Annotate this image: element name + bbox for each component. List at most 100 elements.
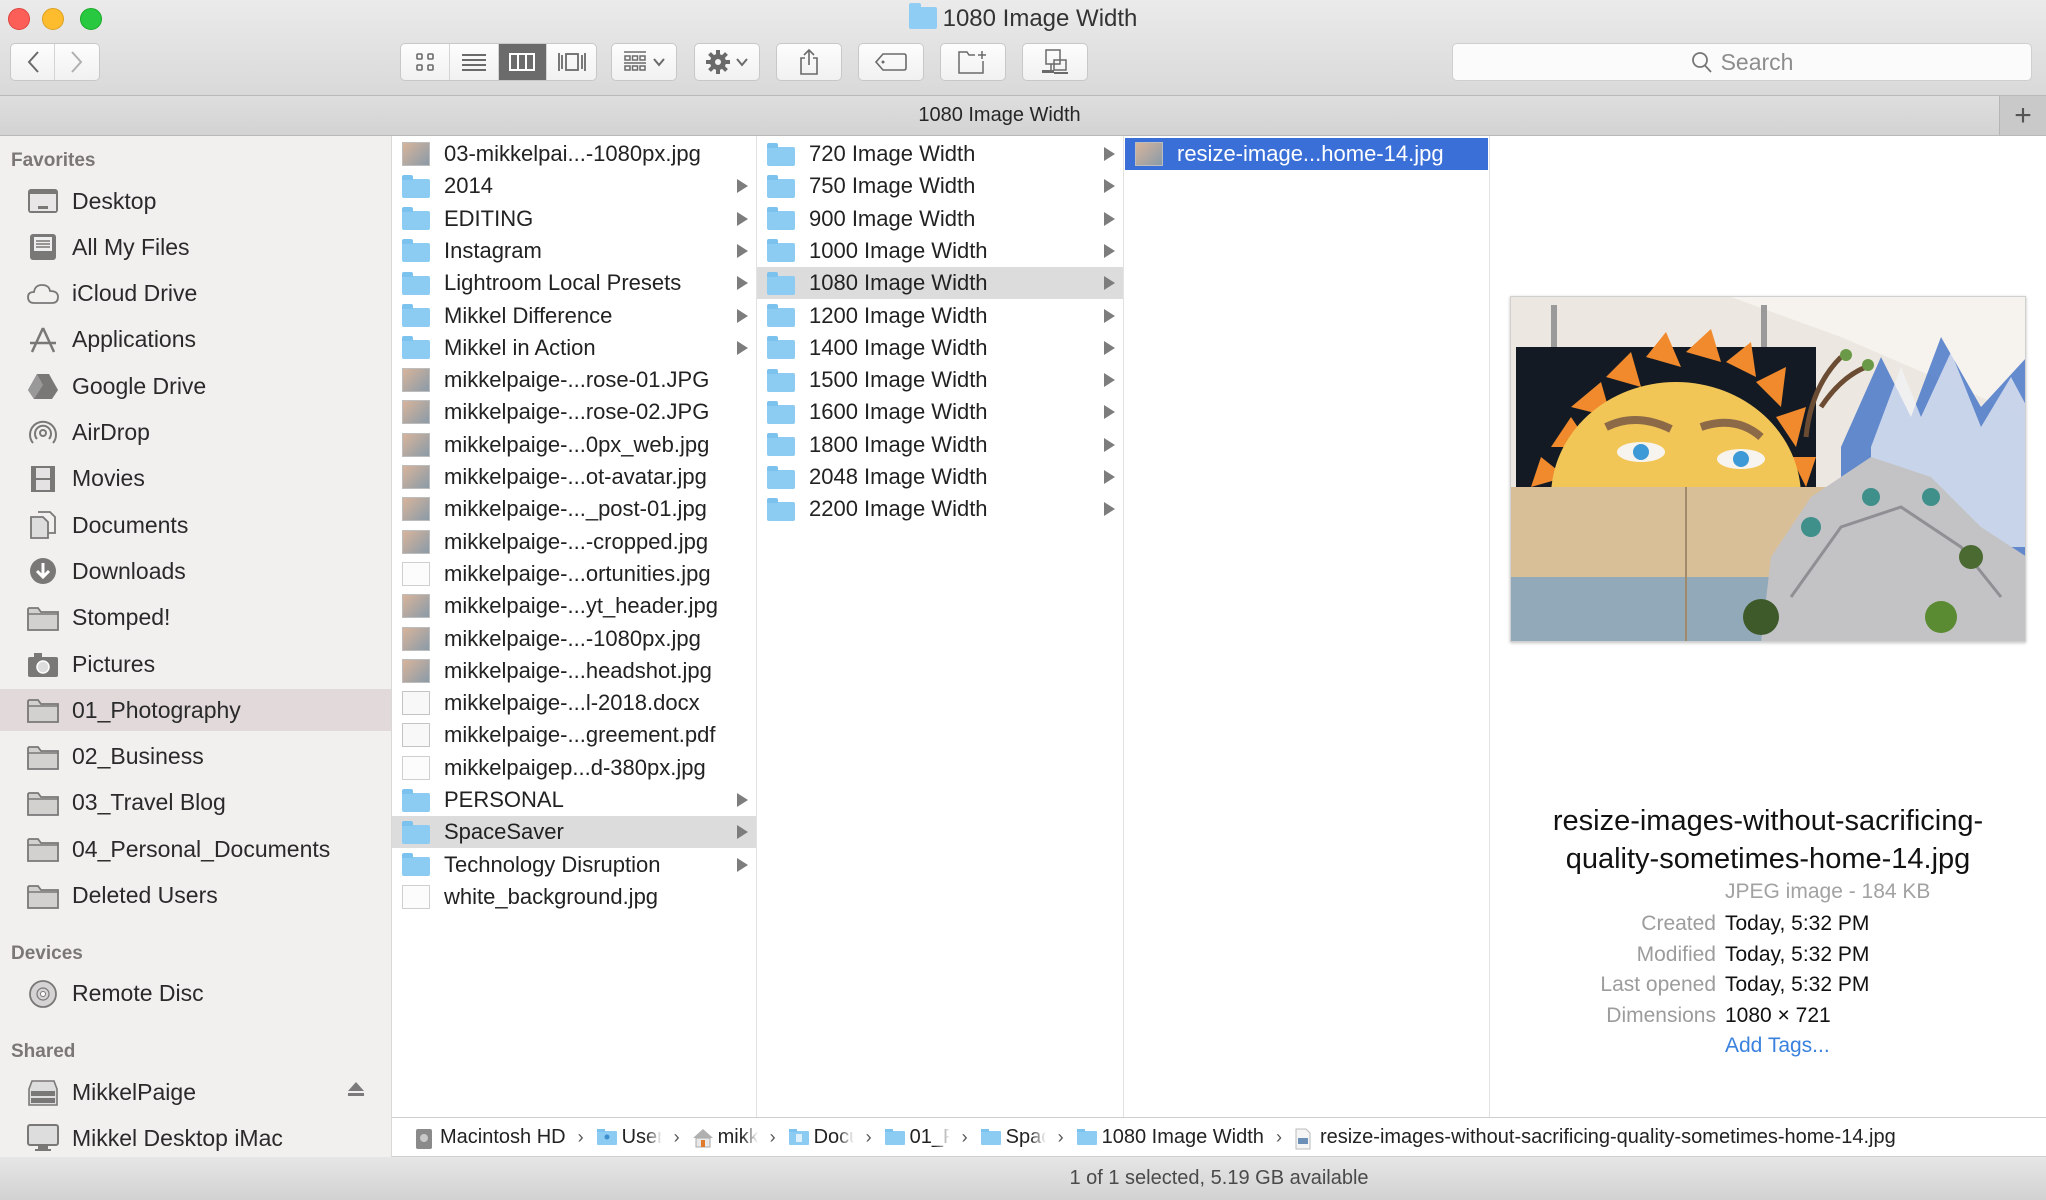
sidebar-item-pictures[interactable]: Pictures — [0, 643, 391, 685]
path-crumb-1080-image-width[interactable]: 1080 Image Width — [1076, 1126, 1264, 1149]
new-folder-button[interactable] — [940, 43, 1006, 81]
tab-1080-image-width[interactable]: 1080 Image Width — [0, 96, 2000, 135]
meta-value: Today, 5:32 PM — [1725, 942, 1870, 966]
folder-row[interactable]: Technology Disruption — [392, 849, 756, 881]
folder-row[interactable]: 2014 — [392, 170, 756, 202]
folder-row[interactable]: 1500 Image Width — [757, 364, 1123, 396]
sidebar-item-movies[interactable]: Movies — [0, 458, 391, 500]
preview-pane: resize-images-without-sacrificing- quali… — [1490, 136, 2046, 1117]
sidebar: Favorites Desktop All My Files iCloud Drive… — [0, 136, 392, 1157]
grid-icon — [416, 53, 434, 71]
file-row[interactable]: mikkelpaige-...yt_header.jpg — [392, 590, 756, 622]
folder-icon — [767, 142, 795, 166]
sidebar-item-02-business[interactable]: 02_Business — [0, 736, 391, 778]
file-row[interactable]: mikkelpaige-...0px_web.jpg — [392, 429, 756, 461]
path-crumb-users[interactable]: Users — [596, 1126, 662, 1149]
folder-row[interactable]: Mikkel Difference — [392, 300, 756, 332]
folder-row[interactable]: 900 Image Width — [757, 203, 1123, 235]
folder-row[interactable]: 2200 Image Width — [757, 493, 1123, 525]
browser-column-1[interactable]: 03-mikkelpai...-1080px.jpg 2014 EDITING Ins… — [392, 136, 757, 1117]
file-row[interactable]: mikkelpaige-...-cropped.jpg — [392, 526, 756, 558]
path-crumb-macintosh-hd[interactable]: Macintosh HD — [414, 1126, 566, 1149]
folder-row[interactable]: 1000 Image Width — [757, 235, 1123, 267]
sidebar-item-icloud-drive[interactable]: iCloud Drive — [0, 273, 391, 315]
folder-row[interactable]: PERSONAL — [392, 784, 756, 816]
file-row[interactable]: mikkelpaigep...d-380px.jpg — [392, 752, 756, 784]
file-row[interactable]: mikkelpaige-..._post-01.jpg — [392, 493, 756, 525]
add-tags-link[interactable]: Add Tags... — [1725, 1034, 1830, 1058]
file-row[interactable]: mikkelpaige-...headshot.jpg — [392, 655, 756, 687]
search-input[interactable]: Search — [1452, 43, 2032, 81]
action-menu-button[interactable] — [694, 43, 760, 81]
list-view-button[interactable] — [450, 44, 499, 80]
meta-value: Today, 5:32 PM — [1725, 973, 1870, 996]
file-row[interactable]: resize-image...home-14.jpg — [1125, 138, 1488, 170]
sidebar-item-03-travel-blog[interactable]: 03_Travel Blog — [0, 782, 391, 824]
home-icon — [692, 1128, 713, 1148]
sidebar-item-deleted-users[interactable]: Deleted Users — [0, 875, 391, 917]
file-row[interactable]: 03-mikkelpai...-1080px.jpg — [392, 138, 756, 170]
file-row[interactable]: mikkelpaige-...rose-01.JPG — [392, 364, 756, 396]
path-crumb-documents[interactable]: Documents — [788, 1126, 854, 1149]
sidebar-heading-shared[interactable]: Shared — [11, 1041, 75, 1063]
folder-row[interactable]: 1080 Image Width — [757, 267, 1123, 300]
folder-row[interactable]: 720 Image Width — [757, 138, 1123, 170]
item-label: Instagram — [444, 237, 542, 263]
path-separator-icon: › — [961, 1126, 968, 1147]
sidebar-item-label: Remote Disc — [72, 980, 204, 1007]
sidebar-heading-devices[interactable]: Devices — [11, 943, 83, 965]
folder-row[interactable]: 1200 Image Width — [757, 300, 1123, 332]
eject-icon[interactable] — [347, 1081, 365, 1102]
sidebar-item-04-personal-documents[interactable]: 04_Personal_Documents — [0, 828, 391, 870]
group-by-button[interactable] — [611, 43, 677, 81]
sidebar-item-google-drive[interactable]: Google Drive — [0, 365, 391, 407]
document-file-icon — [402, 691, 430, 716]
sidebar-item-mikkel-desktop-imac[interactable]: Mikkel Desktop iMac — [0, 1117, 391, 1157]
sidebar-item-applications[interactable]: Applications — [0, 319, 391, 361]
share-button[interactable] — [776, 43, 842, 81]
path-crumb-01-photography[interactable]: 01_Photography — [884, 1126, 950, 1149]
sidebar-item-01-photography[interactable]: 01_Photography — [0, 689, 391, 732]
edit-tags-button[interactable] — [858, 43, 924, 81]
browser-column-3[interactable]: resize-image...home-14.jpg — [1124, 136, 1490, 1117]
sidebar-item-downloads[interactable]: Downloads — [0, 550, 391, 592]
folder-row[interactable]: Lightroom Local Presets — [392, 267, 756, 299]
sidebar-item-stomped[interactable]: Stomped! — [0, 597, 391, 639]
file-row[interactable]: mikkelpaige-...-1080px.jpg — [392, 623, 756, 655]
sidebar-item-desktop[interactable]: Desktop — [0, 180, 391, 222]
sidebar-item-remote-disc[interactable]: Remote Disc — [0, 973, 391, 1015]
connect-to-server-button[interactable] — [1022, 43, 1088, 81]
forward-button[interactable] — [55, 44, 99, 80]
cover-flow-view-button[interactable] — [547, 44, 596, 80]
file-row[interactable]: mikkelpaige-...rose-02.JPG — [392, 396, 756, 428]
item-label: mikkelpaige-...rose-02.JPG — [444, 399, 710, 425]
file-row[interactable]: mikkelpaige-...greement.pdf — [392, 719, 756, 751]
folder-row[interactable]: 1800 Image Width — [757, 429, 1123, 461]
new-tab-button[interactable]: + — [2000, 96, 2046, 135]
folder-row[interactable]: 2048 Image Width — [757, 461, 1123, 493]
sidebar-item-documents[interactable]: Documents — [0, 504, 391, 546]
folder-row[interactable]: EDITING — [392, 203, 756, 235]
path-crumb-spacesaver[interactable]: SpaceSaver — [980, 1126, 1046, 1149]
file-row[interactable]: white_background.jpg — [392, 881, 756, 913]
column-view-button[interactable] — [498, 44, 548, 80]
folder-row[interactable]: Instagram — [392, 235, 756, 267]
path-crumb-resize-images-without-sacrificing-quality-sometimes-home-14-jpg[interactable]: resize-images-without-sacrificing-qualit… — [1294, 1126, 1896, 1150]
icon-view-button[interactable] — [401, 44, 450, 80]
browser-column-2[interactable]: 720 Image Width 750 Image Width 900 Image … — [757, 136, 1124, 1117]
sidebar-item-label: Documents — [72, 511, 189, 538]
back-button[interactable] — [11, 44, 56, 80]
folder-row[interactable]: Mikkel in Action — [392, 332, 756, 364]
path-crumb-mikkel[interactable]: mikkel — [692, 1126, 758, 1149]
sidebar-item-mikkelpaige[interactable]: MikkelPaige — [0, 1071, 391, 1113]
sidebar-item-airdrop[interactable]: AirDrop — [0, 412, 391, 454]
file-row[interactable]: mikkelpaige-...l-2018.docx — [392, 687, 756, 719]
folder-row[interactable]: 1400 Image Width — [757, 332, 1123, 364]
folder-row[interactable]: 750 Image Width — [757, 170, 1123, 202]
file-row[interactable]: mikkelpaige-...ot-avatar.jpg — [392, 461, 756, 493]
file-row[interactable]: mikkelpaige-...ortunities.jpg — [392, 558, 756, 590]
folder-row[interactable]: SpaceSaver — [392, 816, 756, 849]
sidebar-heading-favorites[interactable]: Favorites — [11, 150, 95, 172]
sidebar-item-all-my-files[interactable]: All My Files — [0, 226, 391, 268]
folder-row[interactable]: 1600 Image Width — [757, 396, 1123, 428]
